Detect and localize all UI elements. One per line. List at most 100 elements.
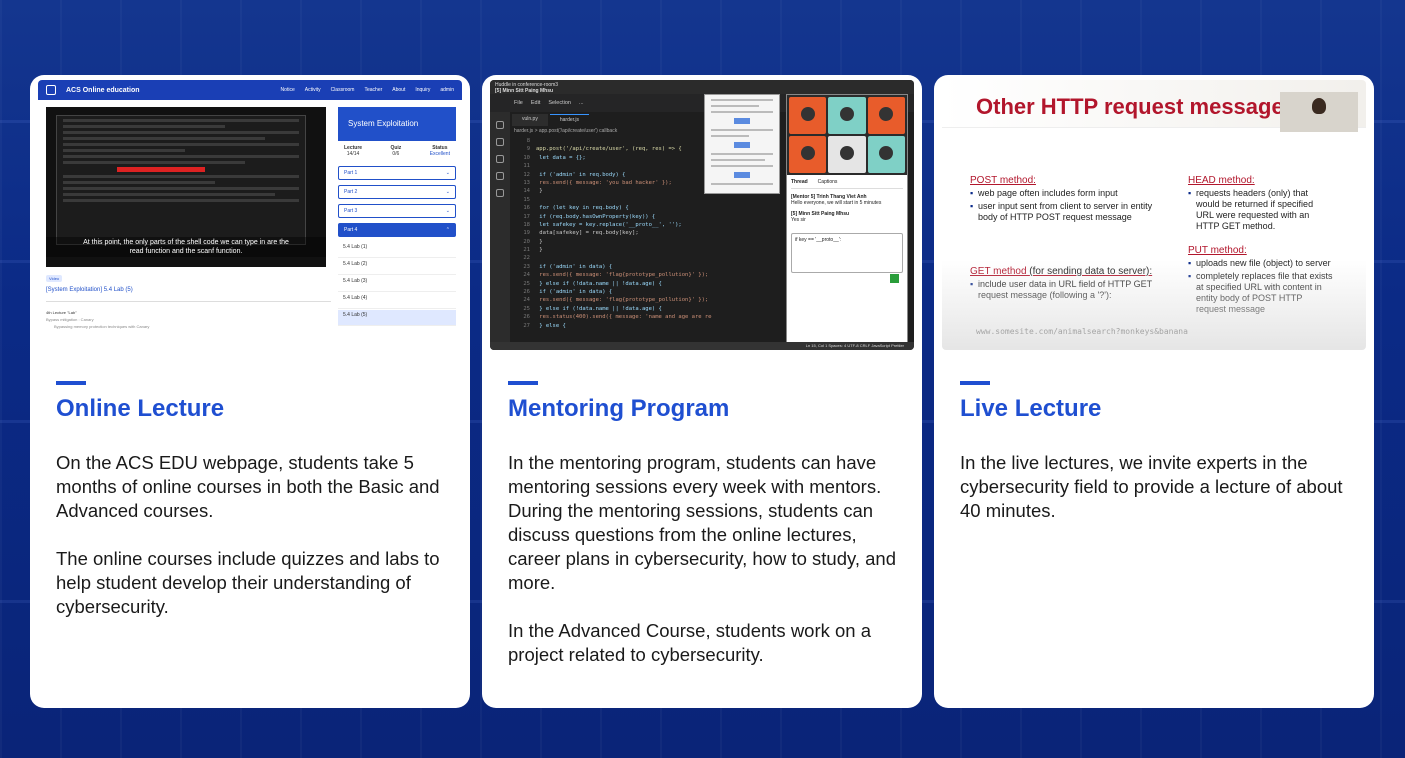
tab-harder-js[interactable]: harder.js: [549, 114, 590, 126]
lab-item[interactable]: 5.4 Lab (2): [338, 259, 456, 275]
tab-vuln-py[interactable]: vuln.py: [512, 114, 548, 126]
thread-message: [Mentor 5] Trinh Thang Viet Anh Hello ev…: [791, 194, 882, 206]
post-section: POST method: web page often includes for…: [970, 175, 1155, 225]
part-2[interactable]: Part 2 ⌄: [338, 185, 456, 199]
nav-notice[interactable]: Notice: [281, 87, 295, 93]
online-lecture-card: ACS Online education Notice Activity Cla…: [30, 75, 470, 708]
participant-tile: [828, 97, 866, 134]
tab-thread[interactable]: Thread: [791, 179, 808, 185]
nav-classroom[interactable]: Classroom: [331, 87, 355, 93]
participant-tile: [789, 136, 827, 173]
status-bar: Ln 15, Col 1 Spaces: 4 UTF-8 CRLF JavaSc…: [490, 342, 914, 350]
nav-teacher[interactable]: Teacher: [364, 87, 382, 93]
document-preview: [704, 94, 780, 194]
live-lecture-screenshot: Other HTTP request messages POST method:…: [942, 80, 1366, 350]
nav-inquiry[interactable]: Inquiry: [415, 87, 430, 93]
code-line: 24 res.send({ message: 'flag{prototype_p…: [523, 272, 709, 279]
slide-header: Other HTTP request messages: [942, 80, 1366, 132]
card-paragraph: In the Advanced Course, students work on…: [508, 620, 872, 665]
get-section: GET method (for sending data to server):…: [970, 266, 1155, 303]
code-line: 11: [523, 163, 530, 170]
editor-tabs: vuln.py harder.js: [512, 114, 590, 126]
files-icon[interactable]: [496, 121, 504, 129]
online-course-screenshot: ACS Online education Notice Activity Cla…: [38, 80, 462, 350]
reply-input[interactable]: if key == '__proto__':: [791, 233, 903, 283]
code-line: 16 for (let key in req.body) {: [523, 205, 629, 212]
video-call-panel: Thread Captions [Mentor 5] Trinh Thang V…: [786, 94, 908, 346]
logo-icon: [46, 85, 56, 95]
part-1[interactable]: Part 1 ⌄: [338, 166, 456, 180]
send-icon[interactable]: [890, 274, 899, 283]
card-body: In the live lectures, we invite experts …: [960, 451, 1355, 523]
lab-item[interactable]: 5.4 Lab (1): [338, 242, 456, 258]
code-line: 15: [523, 196, 530, 203]
code-editor[interactable]: 8 9 app.post('/api/create/user', (req, res…: [512, 138, 712, 331]
card-paragraph: In the mentoring program, students can h…: [508, 452, 897, 593]
run-icon[interactable]: [496, 172, 504, 180]
activity-bar: [490, 112, 510, 342]
speaker-webcam: [1280, 92, 1358, 132]
code-line: 12 if ('admin' in req.body) {: [523, 171, 626, 178]
code-line: 27 } else {: [523, 322, 566, 329]
chevron-down-icon: ⌄: [445, 189, 450, 195]
course-title: System Exploitation: [338, 107, 456, 141]
lesson-info: Video [System Exploitation] 5.4 Lab (5) …: [46, 275, 331, 329]
participant-tile: [789, 97, 827, 134]
stat-quiz: Quiz 0/6: [390, 145, 402, 157]
video-badge: Video: [46, 275, 63, 282]
code-line: 19 data[safekey] = req.body[key];: [523, 230, 639, 237]
code-line: 26 res.status(400).send({ message: 'name…: [523, 314, 712, 321]
nav-user[interactable]: admin: [440, 87, 454, 93]
code-line: 17 if (req.body.hasOwnProperty(key)) {: [523, 213, 656, 220]
extensions-icon[interactable]: [496, 189, 504, 197]
chevron-down-icon: ⌄: [445, 170, 450, 176]
part-3[interactable]: Part 3 ⌄: [338, 204, 456, 218]
code-line: 25 } else if (!data.name || !data.age) {: [523, 280, 662, 287]
terminal-frame: [56, 115, 306, 245]
menu-edit[interactable]: Edit: [531, 100, 540, 106]
card-paragraph: The online courses include quizzes and l…: [56, 548, 440, 617]
lecture-video[interactable]: At this point, the only parts of the she…: [46, 107, 326, 267]
code-line: 25 } else if (!data.name || !data.age) {: [523, 305, 662, 312]
card-title: Live Lecture: [960, 395, 1102, 422]
code-line: 23 if ('admin' in data) {: [523, 263, 613, 270]
lecture-label: 4th Lecture "Lab": [46, 310, 77, 315]
menu-selection[interactable]: Selection: [548, 100, 571, 106]
code-line: 24 res.send({ message: 'flag{prototype_p…: [523, 297, 709, 304]
thread-message: [5] Minn Sitt Paing Mhsu Yes sir: [791, 211, 850, 223]
code-line: 10 let data = {};: [523, 154, 586, 161]
menu-more[interactable]: ...: [579, 100, 584, 106]
video-caption: At this point, the only parts of the she…: [46, 237, 326, 257]
source-control-icon[interactable]: [496, 155, 504, 163]
head-section: HEAD method: requests headers (only) tha…: [1188, 175, 1333, 234]
code-line: 20 }: [523, 238, 543, 245]
search-icon[interactable]: [496, 138, 504, 146]
part-4[interactable]: Part 4 ⌃: [338, 223, 456, 237]
live-lecture-card: Other HTTP request messages POST method:…: [934, 75, 1374, 708]
example-url: www.somesite.com/animalsearch?monkeys&ba…: [976, 327, 1188, 336]
menu-file[interactable]: File: [514, 100, 523, 106]
card-body: In the mentoring program, students can h…: [508, 451, 903, 667]
breadcrumb: harder.js > app.post('/api/create/user')…: [514, 128, 618, 134]
thread-panel: Thread Captions [Mentor 5] Trinh Thang V…: [787, 175, 907, 283]
accent-bar: [960, 381, 990, 385]
nav-about[interactable]: About: [392, 87, 405, 93]
card-body: On the ACS EDU webpage, students take 5 …: [56, 451, 451, 619]
card-paragraph: On the ACS EDU webpage, students take 5 …: [56, 452, 440, 521]
participant-tile: [867, 97, 905, 134]
code-line: 8: [526, 138, 530, 144]
lesson-title: [System Exploitation] 5.4 Lab (5): [46, 287, 133, 293]
lab-item[interactable]: 5.4 Lab (3): [338, 276, 456, 292]
chevron-down-icon: ⌄: [445, 208, 450, 214]
participant-tile: [867, 136, 905, 173]
course-stats: Lecture 14/14 Quiz 0/6 Status Excellent: [338, 141, 456, 161]
nav-activity[interactable]: Activity: [305, 87, 321, 93]
mentoring-program-card: Huddle in conference-room3 [5] Minn Sitt…: [482, 75, 922, 708]
tab-captions[interactable]: Captions: [818, 179, 838, 185]
code-line: 22: [523, 255, 530, 262]
participant-tile: [828, 136, 866, 173]
put-section: PUT method: uploads new file (object) to…: [1188, 245, 1333, 317]
accent-bar: [508, 381, 538, 385]
lab-item-selected[interactable]: 5.4 Lab (5): [338, 310, 456, 326]
lab-item[interactable]: 5.4 Lab (4): [338, 293, 456, 309]
